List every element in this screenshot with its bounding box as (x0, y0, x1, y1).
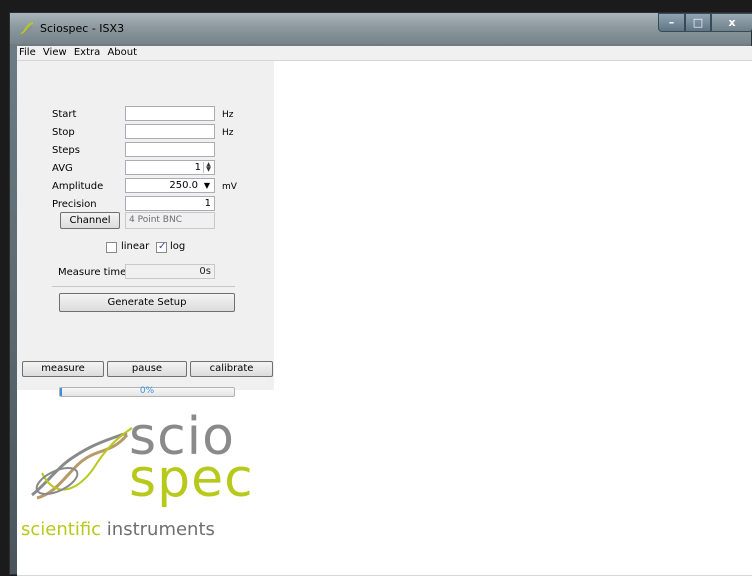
avg-label: AVG (52, 163, 73, 174)
title-bar[interactable]: Sciospec - ISX3 – □ x (10, 13, 752, 44)
app-icon (20, 22, 34, 36)
precision-input[interactable]: 1 (125, 196, 215, 211)
logo-text-spec: spec (129, 449, 254, 509)
start-input[interactable] (125, 106, 215, 121)
linear-label: linear (121, 241, 150, 252)
stop-unit: Hz (222, 128, 234, 138)
amplitude-label: Amplitude (52, 181, 104, 192)
measure-time-value: 0s (125, 264, 215, 279)
settings-panel: Start Hz Stop Hz Steps AVG 1 ▲ ▼ Amplitud… (17, 61, 274, 397)
calibrate-button[interactable]: calibrate (190, 361, 273, 377)
steps-input[interactable] (125, 142, 215, 157)
log-label: log (170, 241, 186, 252)
stop-input[interactable] (125, 124, 215, 139)
menu-bar: File View Extra About (17, 46, 752, 61)
amplitude-value: 250.0 (169, 180, 198, 191)
menu-extra[interactable]: Extra (72, 46, 102, 60)
avg-spinbox[interactable]: 1 ▲ ▼ (125, 160, 215, 175)
amplitude-unit: mV (222, 182, 237, 192)
spin-arrows-icon[interactable]: ▲ ▼ (203, 162, 213, 173)
pause-button[interactable]: pause (107, 361, 187, 377)
channel-button[interactable]: Channel (60, 212, 120, 229)
logo-swoosh-icon (31, 427, 133, 500)
logo-tagline: scientific instruments (21, 519, 215, 540)
generate-setup-button[interactable]: Generate Setup (59, 293, 235, 312)
measure-button[interactable]: measure (22, 361, 104, 377)
divider (52, 286, 235, 287)
measure-time-label: Measure time: (58, 267, 130, 278)
avg-value: 1 (194, 162, 201, 173)
maximize-button[interactable]: □ (685, 13, 711, 32)
steps-label: Steps (52, 145, 80, 156)
menu-file[interactable]: File (17, 46, 38, 60)
app-window: Sciospec - ISX3 – □ x File View Extra Ab… (9, 12, 752, 576)
precision-label: Precision (52, 199, 97, 210)
channel-value: 4 Point BNC (125, 212, 215, 229)
checkmark-icon: ✓ (158, 241, 167, 252)
minimize-button[interactable]: – (658, 13, 685, 32)
close-button[interactable]: x (711, 13, 752, 32)
amplitude-dropdown[interactable]: 250.0 ▼ (125, 178, 215, 193)
logo-tagline-b: instruments (101, 519, 215, 540)
log-checkbox[interactable]: ✓ (156, 241, 167, 253)
linear-checkbox[interactable] (106, 242, 117, 253)
menu-about[interactable]: About (105, 46, 139, 60)
menu-view[interactable]: View (41, 46, 69, 60)
company-logo: scio spec scientific instruments (17, 401, 274, 551)
logo-tagline-a: scientific (21, 519, 102, 540)
start-unit: Hz (222, 110, 234, 120)
start-label: Start (52, 109, 77, 120)
progress-text: 0% (139, 386, 155, 396)
dropdown-arrow-icon: ▼ (203, 181, 210, 190)
window-title: Sciospec - ISX3 (40, 22, 125, 35)
progress-bar: 0% (59, 386, 235, 397)
stop-label: Stop (52, 127, 75, 138)
client-area: Start Hz Stop Hz Steps AVG 1 ▲ ▼ Amplitud… (17, 61, 752, 576)
